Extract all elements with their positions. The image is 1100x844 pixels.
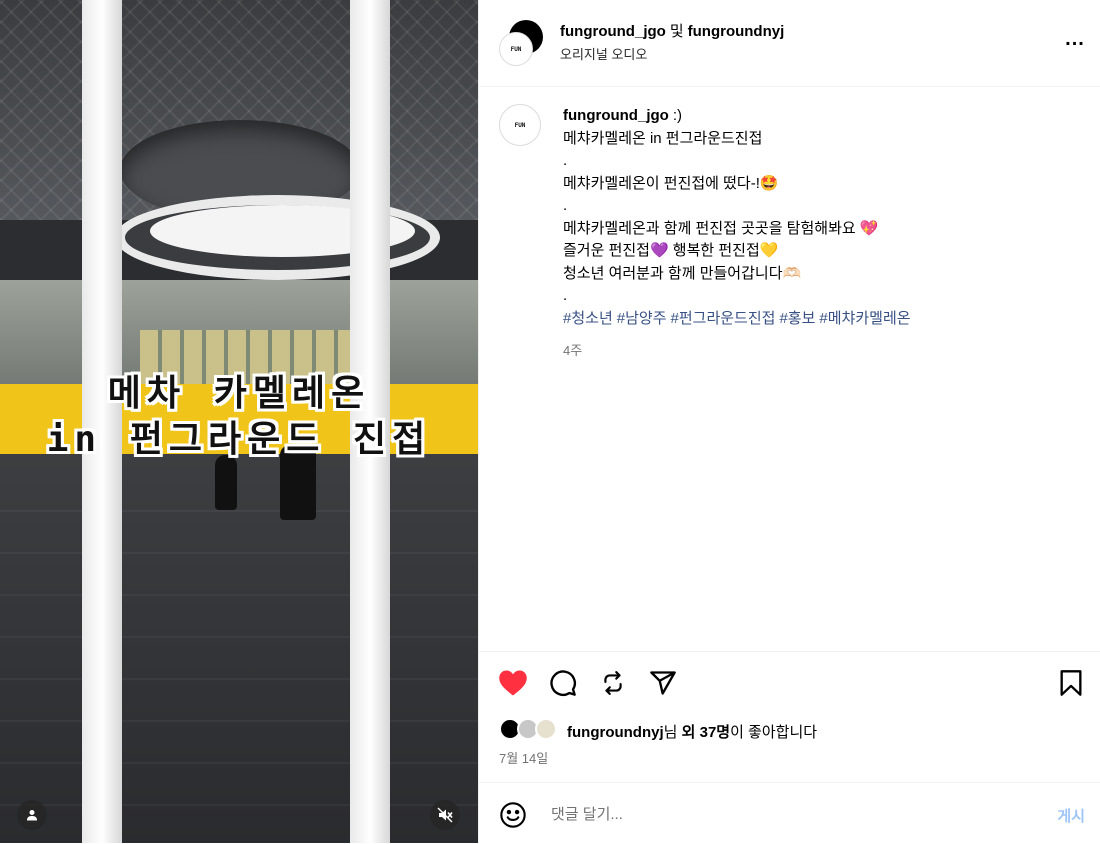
hashtag-link[interactable]: #홍보 bbox=[779, 310, 815, 327]
user-icon bbox=[27, 810, 37, 821]
more-icon: ... bbox=[1065, 27, 1085, 50]
repost-button[interactable] bbox=[597, 667, 629, 699]
video-caption-line-2: in 펀그라운드 진접 bbox=[46, 419, 432, 460]
caption-body: funground_jgo:) 메챠카멜레온 in 펀그라운드진접 . 메챠카멜… bbox=[563, 105, 1083, 363]
tagged-users-button[interactable] bbox=[17, 800, 47, 830]
like-button[interactable] bbox=[497, 667, 529, 699]
post-time-ago: 4주 bbox=[563, 343, 583, 358]
emoji-button[interactable] bbox=[499, 801, 527, 829]
author-avatar: FUN bbox=[499, 32, 533, 66]
likes-suffix-2: 이 좋아합니다 bbox=[730, 724, 818, 741]
post-header: FUN funground_jgo 및 fungroundnyj 오리지널 오디오 … bbox=[479, 0, 1100, 87]
save-button[interactable] bbox=[1055, 667, 1087, 699]
coauthor-link[interactable]: fungroundnyj bbox=[688, 23, 785, 40]
comment-icon bbox=[550, 670, 576, 696]
mute-button[interactable] bbox=[430, 800, 460, 830]
caption-content: :) 메챠카멜레온 in 펀그라운드진접 . 메챠카멜레온이 펀진접에 떴다-!… bbox=[563, 107, 879, 304]
smiley-icon bbox=[500, 802, 526, 828]
paper-plane-icon bbox=[650, 671, 676, 695]
post-authors: funground_jgo 및 fungroundnyj bbox=[560, 20, 784, 41]
liker-avatar bbox=[535, 718, 557, 740]
post-dialog: 메차 카멜레온 in 펀그라운드 진접 FUN funground_jgo 및 … bbox=[0, 0, 1100, 843]
liker-username[interactable]: fungroundnyj bbox=[567, 724, 664, 741]
likes-suffix: 님 bbox=[663, 724, 678, 741]
action-bar bbox=[479, 651, 1100, 714]
author-avatars[interactable]: FUN bbox=[499, 20, 549, 70]
more-options-button[interactable]: ... bbox=[1063, 27, 1087, 51]
speaker-muted-icon bbox=[437, 807, 453, 823]
likes-text: fungroundnyj님 외 37명이 좋아합니다 bbox=[567, 721, 817, 742]
comment-bar: 게시 bbox=[479, 782, 1100, 844]
hashtag-link[interactable]: #메챠카멜레온 bbox=[819, 310, 910, 327]
video-caption-overlay: 메차 카멜레온 in 펀그라운드 진접 bbox=[0, 372, 478, 462]
comment-button[interactable] bbox=[547, 667, 579, 699]
author-link[interactable]: funground_jgo bbox=[560, 23, 666, 40]
hashtag-link[interactable]: #남양주 bbox=[617, 310, 667, 327]
hashtag-list: #청소년 #남양주 #펀그라운드진접 #홍보 #메챠카멜레온 bbox=[563, 308, 1083, 331]
likes-count-link[interactable]: 외 37명 bbox=[682, 724, 730, 741]
post-date[interactable]: 7월 14일 bbox=[499, 748, 548, 767]
bookmark-icon bbox=[1060, 670, 1082, 696]
hashtag-link[interactable]: #청소년 bbox=[563, 310, 613, 327]
hashtag-link[interactable]: #펀그라운드진접 bbox=[671, 310, 776, 327]
comment-input[interactable] bbox=[549, 799, 1013, 829]
post-panel: FUN funground_jgo 및 fungroundnyj 오리지널 오디오 … bbox=[478, 0, 1100, 843]
repost-icon bbox=[604, 671, 622, 695]
caption-author-avatar[interactable]: FUN bbox=[499, 104, 541, 146]
video-player[interactable]: 메차 카멜레온 in 펀그라운드 진접 bbox=[0, 0, 478, 843]
caption-text: funground_jgo:) 메챠카멜레온 in 펀그라운드진접 . 메챠카멜… bbox=[563, 105, 1083, 308]
authors-conjunction: 및 bbox=[669, 23, 684, 40]
post-caption: FUN funground_jgo:) 메챠카멜레온 in 펀그라운드진접 . … bbox=[479, 87, 1100, 647]
post-comment-button[interactable]: 게시 bbox=[1057, 805, 1085, 826]
audio-link[interactable]: 오리지널 오디오 bbox=[560, 44, 647, 63]
likes-summary: fungroundnyj님 외 37명이 좋아합니다 bbox=[499, 716, 1089, 746]
caption-username[interactable]: funground_jgo bbox=[563, 107, 669, 124]
video-caption-line-1: 메차 카멜레온 bbox=[107, 373, 371, 414]
heart-filled-icon bbox=[499, 670, 527, 696]
share-button[interactable] bbox=[647, 667, 679, 699]
